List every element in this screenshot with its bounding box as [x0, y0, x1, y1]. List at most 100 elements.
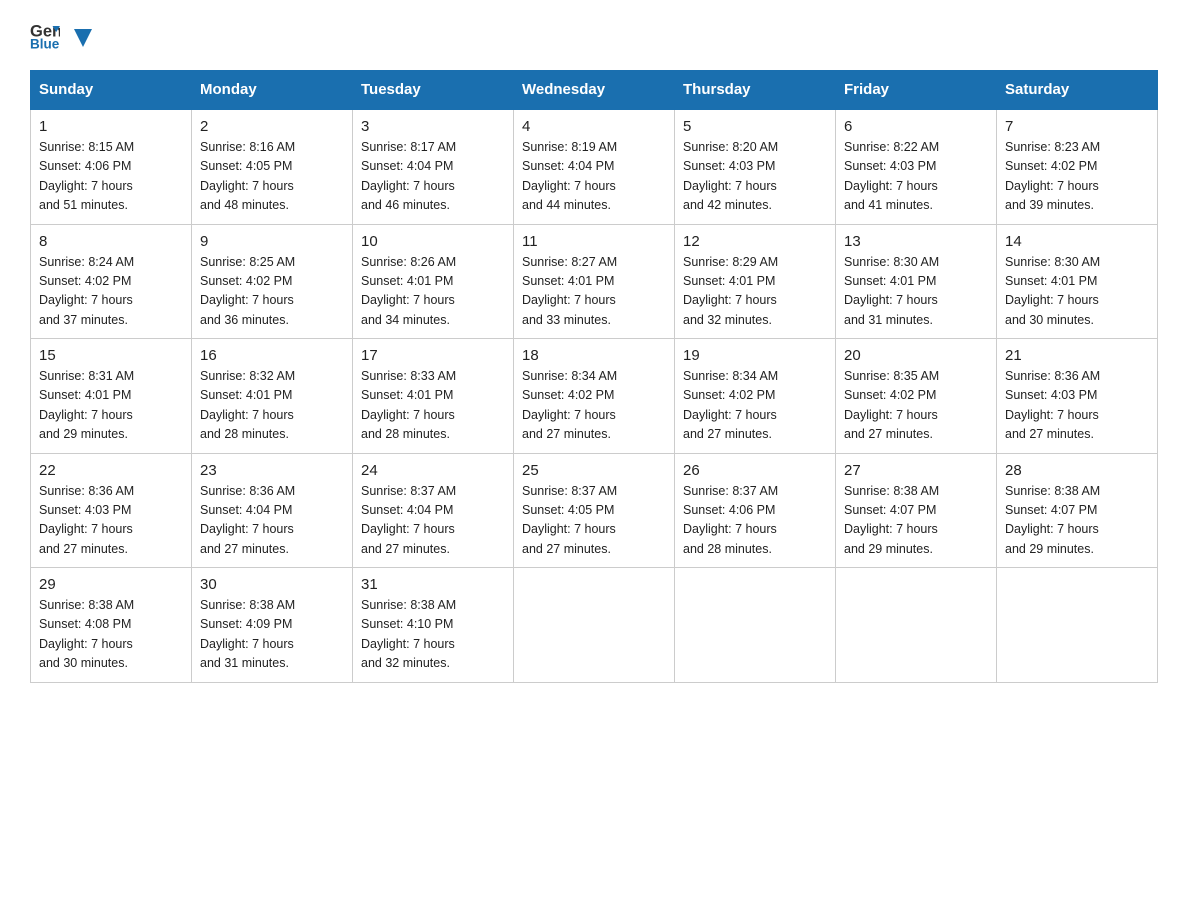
calendar-cell: 21 Sunrise: 8:36 AMSunset: 4:03 PMDaylig… — [997, 339, 1158, 454]
logo-icon: General Blue — [30, 20, 60, 50]
calendar-cell: 13 Sunrise: 8:30 AMSunset: 4:01 PMDaylig… — [836, 224, 997, 339]
calendar-cell: 10 Sunrise: 8:26 AMSunset: 4:01 PMDaylig… — [353, 224, 514, 339]
day-number: 25 — [522, 462, 666, 479]
day-number: 8 — [39, 233, 183, 250]
calendar-cell — [997, 568, 1158, 683]
calendar-cell: 5 Sunrise: 8:20 AMSunset: 4:03 PMDayligh… — [675, 109, 836, 224]
calendar-cell: 31 Sunrise: 8:38 AMSunset: 4:10 PMDaylig… — [353, 568, 514, 683]
day-number: 6 — [844, 118, 988, 135]
day-number: 26 — [683, 462, 827, 479]
calendar-cell: 22 Sunrise: 8:36 AMSunset: 4:03 PMDaylig… — [31, 453, 192, 568]
day-info: Sunrise: 8:34 AMSunset: 4:02 PMDaylight:… — [683, 369, 778, 441]
day-number: 21 — [1005, 347, 1149, 364]
day-info: Sunrise: 8:20 AMSunset: 4:03 PMDaylight:… — [683, 140, 778, 212]
day-info: Sunrise: 8:29 AMSunset: 4:01 PMDaylight:… — [683, 255, 778, 327]
day-number: 2 — [200, 118, 344, 135]
day-info: Sunrise: 8:27 AMSunset: 4:01 PMDaylight:… — [522, 255, 617, 327]
calendar-week-row: 22 Sunrise: 8:36 AMSunset: 4:03 PMDaylig… — [31, 453, 1158, 568]
day-number: 11 — [522, 233, 666, 250]
calendar-cell: 16 Sunrise: 8:32 AMSunset: 4:01 PMDaylig… — [192, 339, 353, 454]
calendar-cell: 3 Sunrise: 8:17 AMSunset: 4:04 PMDayligh… — [353, 109, 514, 224]
day-number: 27 — [844, 462, 988, 479]
calendar-table: SundayMondayTuesdayWednesdayThursdayFrid… — [30, 70, 1158, 683]
day-number: 19 — [683, 347, 827, 364]
day-info: Sunrise: 8:17 AMSunset: 4:04 PMDaylight:… — [361, 140, 456, 212]
day-info: Sunrise: 8:22 AMSunset: 4:03 PMDaylight:… — [844, 140, 939, 212]
calendar-cell: 4 Sunrise: 8:19 AMSunset: 4:04 PMDayligh… — [514, 109, 675, 224]
day-info: Sunrise: 8:30 AMSunset: 4:01 PMDaylight:… — [844, 255, 939, 327]
day-number: 22 — [39, 462, 183, 479]
day-info: Sunrise: 8:38 AMSunset: 4:08 PMDaylight:… — [39, 598, 134, 670]
calendar-cell: 23 Sunrise: 8:36 AMSunset: 4:04 PMDaylig… — [192, 453, 353, 568]
calendar-cell: 30 Sunrise: 8:38 AMSunset: 4:09 PMDaylig… — [192, 568, 353, 683]
day-info: Sunrise: 8:36 AMSunset: 4:03 PMDaylight:… — [1005, 369, 1100, 441]
calendar-cell — [514, 568, 675, 683]
day-number: 23 — [200, 462, 344, 479]
day-number: 7 — [1005, 118, 1149, 135]
calendar-cell: 18 Sunrise: 8:34 AMSunset: 4:02 PMDaylig… — [514, 339, 675, 454]
day-number: 14 — [1005, 233, 1149, 250]
calendar-cell: 17 Sunrise: 8:33 AMSunset: 4:01 PMDaylig… — [353, 339, 514, 454]
calendar-week-row: 8 Sunrise: 8:24 AMSunset: 4:02 PMDayligh… — [31, 224, 1158, 339]
day-number: 5 — [683, 118, 827, 135]
header-sunday: Sunday — [31, 71, 192, 110]
day-number: 18 — [522, 347, 666, 364]
day-info: Sunrise: 8:15 AMSunset: 4:06 PMDaylight:… — [39, 140, 134, 212]
day-info: Sunrise: 8:23 AMSunset: 4:02 PMDaylight:… — [1005, 140, 1100, 212]
day-number: 12 — [683, 233, 827, 250]
day-info: Sunrise: 8:16 AMSunset: 4:05 PMDaylight:… — [200, 140, 295, 212]
day-info: Sunrise: 8:35 AMSunset: 4:02 PMDaylight:… — [844, 369, 939, 441]
calendar-cell: 1 Sunrise: 8:15 AMSunset: 4:06 PMDayligh… — [31, 109, 192, 224]
calendar-week-row: 29 Sunrise: 8:38 AMSunset: 4:08 PMDaylig… — [31, 568, 1158, 683]
day-info: Sunrise: 8:33 AMSunset: 4:01 PMDaylight:… — [361, 369, 456, 441]
calendar-cell: 12 Sunrise: 8:29 AMSunset: 4:01 PMDaylig… — [675, 224, 836, 339]
day-number: 28 — [1005, 462, 1149, 479]
calendar-cell — [675, 568, 836, 683]
day-info: Sunrise: 8:38 AMSunset: 4:07 PMDaylight:… — [1005, 484, 1100, 556]
day-number: 1 — [39, 118, 183, 135]
day-info: Sunrise: 8:36 AMSunset: 4:04 PMDaylight:… — [200, 484, 295, 556]
calendar-cell — [836, 568, 997, 683]
day-info: Sunrise: 8:25 AMSunset: 4:02 PMDaylight:… — [200, 255, 295, 327]
day-info: Sunrise: 8:37 AMSunset: 4:04 PMDaylight:… — [361, 484, 456, 556]
header-monday: Monday — [192, 71, 353, 110]
day-number: 24 — [361, 462, 505, 479]
day-number: 16 — [200, 347, 344, 364]
day-info: Sunrise: 8:38 AMSunset: 4:09 PMDaylight:… — [200, 598, 295, 670]
calendar-cell: 29 Sunrise: 8:38 AMSunset: 4:08 PMDaylig… — [31, 568, 192, 683]
day-info: Sunrise: 8:30 AMSunset: 4:01 PMDaylight:… — [1005, 255, 1100, 327]
day-info: Sunrise: 8:19 AMSunset: 4:04 PMDaylight:… — [522, 140, 617, 212]
calendar-cell: 7 Sunrise: 8:23 AMSunset: 4:02 PMDayligh… — [997, 109, 1158, 224]
calendar-cell: 8 Sunrise: 8:24 AMSunset: 4:02 PMDayligh… — [31, 224, 192, 339]
day-number: 30 — [200, 576, 344, 593]
day-info: Sunrise: 8:24 AMSunset: 4:02 PMDaylight:… — [39, 255, 134, 327]
day-info: Sunrise: 8:38 AMSunset: 4:07 PMDaylight:… — [844, 484, 939, 556]
day-info: Sunrise: 8:31 AMSunset: 4:01 PMDaylight:… — [39, 369, 134, 441]
calendar-cell: 15 Sunrise: 8:31 AMSunset: 4:01 PMDaylig… — [31, 339, 192, 454]
day-number: 15 — [39, 347, 183, 364]
header-friday: Friday — [836, 71, 997, 110]
day-number: 17 — [361, 347, 505, 364]
day-number: 29 — [39, 576, 183, 593]
calendar-cell: 27 Sunrise: 8:38 AMSunset: 4:07 PMDaylig… — [836, 453, 997, 568]
day-number: 13 — [844, 233, 988, 250]
calendar-cell: 19 Sunrise: 8:34 AMSunset: 4:02 PMDaylig… — [675, 339, 836, 454]
calendar-week-row: 1 Sunrise: 8:15 AMSunset: 4:06 PMDayligh… — [31, 109, 1158, 224]
calendar-cell: 2 Sunrise: 8:16 AMSunset: 4:05 PMDayligh… — [192, 109, 353, 224]
calendar-cell: 6 Sunrise: 8:22 AMSunset: 4:03 PMDayligh… — [836, 109, 997, 224]
calendar-cell: 20 Sunrise: 8:35 AMSunset: 4:02 PMDaylig… — [836, 339, 997, 454]
calendar-header-row: SundayMondayTuesdayWednesdayThursdayFrid… — [31, 71, 1158, 110]
svg-text:Blue: Blue — [30, 37, 60, 51]
header-tuesday: Tuesday — [353, 71, 514, 110]
calendar-cell: 9 Sunrise: 8:25 AMSunset: 4:02 PMDayligh… — [192, 224, 353, 339]
day-info: Sunrise: 8:38 AMSunset: 4:10 PMDaylight:… — [361, 598, 456, 670]
day-info: Sunrise: 8:37 AMSunset: 4:06 PMDaylight:… — [683, 484, 778, 556]
day-info: Sunrise: 8:26 AMSunset: 4:01 PMDaylight:… — [361, 255, 456, 327]
calendar-cell: 24 Sunrise: 8:37 AMSunset: 4:04 PMDaylig… — [353, 453, 514, 568]
calendar-cell: 14 Sunrise: 8:30 AMSunset: 4:01 PMDaylig… — [997, 224, 1158, 339]
page-header: General Blue — [30, 20, 1158, 50]
day-number: 10 — [361, 233, 505, 250]
day-number: 9 — [200, 233, 344, 250]
calendar-week-row: 15 Sunrise: 8:31 AMSunset: 4:01 PMDaylig… — [31, 339, 1158, 454]
header-wednesday: Wednesday — [514, 71, 675, 110]
